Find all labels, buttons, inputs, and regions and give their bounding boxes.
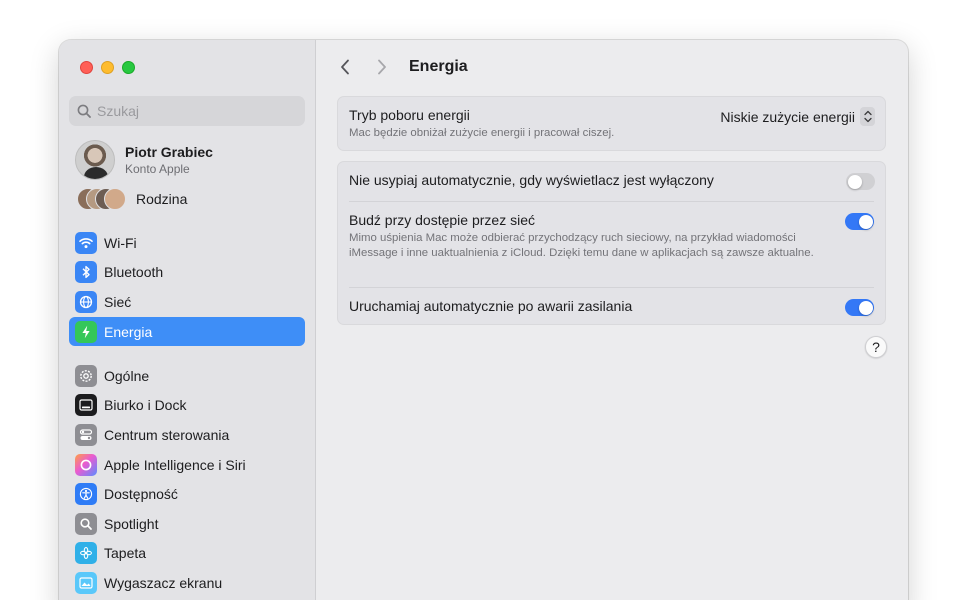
sidebar-item-spotlight[interactable]: Spotlight [69, 509, 305, 539]
page-title: Energia [409, 58, 468, 75]
chevron-left-icon [341, 59, 349, 75]
magnifier-icon [75, 512, 97, 535]
sidebar-item-screensaver[interactable]: Wygaszacz ekranu [69, 568, 305, 598]
power-mode-description: Mac będzie obniżał zużycie energii i pra… [349, 127, 615, 139]
dock-icon [75, 394, 97, 417]
apple-account[interactable]: Piotr Grabiec Konto Apple [75, 140, 213, 180]
close-button[interactable] [80, 61, 93, 74]
power-mode-popup[interactable]: Niskie zużycie energii [720, 107, 875, 126]
window-controls [80, 61, 135, 74]
sidebar-item-bluetooth[interactable]: Bluetooth [69, 258, 305, 288]
sidebar-item-label: Apple Intelligence i Siri [104, 456, 246, 473]
setting-description: Mimo uśpienia Mac może odbierać przychod… [349, 232, 814, 259]
prevent-sleep-toggle[interactable] [846, 173, 875, 190]
sidebar-item-energy[interactable]: Energia [69, 316, 305, 347]
control-center-icon [75, 423, 97, 446]
wake-network-toggle[interactable] [845, 213, 874, 230]
family-label: Rodzina [136, 191, 188, 207]
sidebar-item-label: Wygaszacz ekranu [104, 574, 223, 591]
setting-title: Budź przy dostępie przez sieć [349, 212, 535, 228]
power-mode-card: Tryb poboru energii Mac będzie obniżał z… [337, 96, 886, 151]
setting-row: Uruchamiaj automatycznie po awarii zasil… [349, 287, 874, 325]
zoom-button[interactable] [122, 61, 135, 74]
accessibility-icon [75, 483, 97, 506]
bluetooth-icon [75, 261, 97, 284]
help-button[interactable]: ? [865, 336, 887, 358]
sidebar-item-control-center[interactable]: Centrum sterowania [69, 420, 305, 450]
gear-icon [75, 364, 97, 387]
sidebar-item-network[interactable]: Sieć [69, 287, 305, 317]
setting-row: Nie usypiaj automatycznie, gdy wyświetla… [338, 162, 885, 201]
chevron-right-icon [378, 59, 386, 75]
avatar [75, 140, 115, 180]
sidebar-group-network: Wi-Fi Bluetooth Sieć Energia [69, 228, 305, 347]
family-item[interactable]: Rodzina [77, 188, 187, 210]
screensaver-icon [75, 571, 97, 594]
sleep-settings-card: Nie usypiaj automatycznie, gdy wyświetla… [337, 161, 886, 325]
sidebar-item-label: Ogólne [104, 367, 150, 384]
search-field[interactable] [69, 96, 305, 126]
sidebar: Piotr Grabiec Konto Apple Rodzina Wi-Fi [59, 40, 316, 600]
sidebar-item-label: Tapeta [104, 545, 147, 562]
setting-title: Uruchamiaj automatycznie po awarii zasil… [349, 298, 633, 314]
bolt-icon [75, 320, 97, 343]
wallpaper-icon [75, 542, 97, 565]
sidebar-item-label: Sieć [104, 293, 132, 310]
sidebar-item-label: Centrum sterowania [104, 426, 230, 443]
search-icon [77, 104, 91, 118]
sidebar-item-wifi[interactable]: Wi-Fi [69, 228, 305, 258]
settings-window: Piotr Grabiec Konto Apple Rodzina Wi-Fi [59, 40, 908, 600]
sidebar-item-apple-intelligence[interactable]: Apple Intelligence i Siri [69, 450, 305, 480]
globe-icon [75, 290, 97, 313]
sidebar-item-general[interactable]: Ogólne [69, 361, 305, 391]
sidebar-item-label: Spotlight [104, 515, 159, 532]
minimize-button[interactable] [101, 61, 114, 74]
setting-title: Nie usypiaj automatycznie, gdy wyświetla… [349, 172, 714, 188]
back-button[interactable] [333, 54, 357, 80]
sidebar-group-system: Ogólne Biurko i Dock Centrum sterowania … [69, 361, 305, 598]
wifi-icon [75, 231, 97, 254]
sidebar-item-accessibility[interactable]: Dostępność [69, 479, 305, 509]
updown-chevron-icon [860, 107, 875, 126]
restart-power-failure-toggle[interactable] [845, 299, 874, 316]
power-mode-value: Niskie zużycie energii [720, 108, 855, 125]
account-subtitle: Konto Apple [125, 162, 190, 176]
sidebar-item-label: Dostępność [104, 486, 178, 503]
setting-row: Budź przy dostępie przez sieć Mimo uśpie… [349, 201, 874, 287]
siri-icon [75, 453, 97, 476]
account-name: Piotr Grabiec [125, 144, 213, 160]
search-input[interactable] [97, 103, 297, 119]
family-avatars [77, 188, 127, 210]
sidebar-item-wallpaper[interactable]: Tapeta [69, 539, 305, 569]
power-mode-row: Tryb poboru energii Mac będzie obniżał z… [338, 97, 885, 151]
sidebar-item-desktop-dock[interactable]: Biurko i Dock [69, 391, 305, 421]
sidebar-item-label: Biurko i Dock [104, 397, 187, 414]
content-pane: Energia Tryb poboru energii Mac będzie o… [316, 40, 908, 600]
forward-button[interactable] [370, 54, 394, 80]
sidebar-item-label: Energia [104, 323, 153, 340]
sidebar-item-label: Wi-Fi [104, 234, 137, 251]
sidebar-item-label: Bluetooth [104, 264, 164, 281]
